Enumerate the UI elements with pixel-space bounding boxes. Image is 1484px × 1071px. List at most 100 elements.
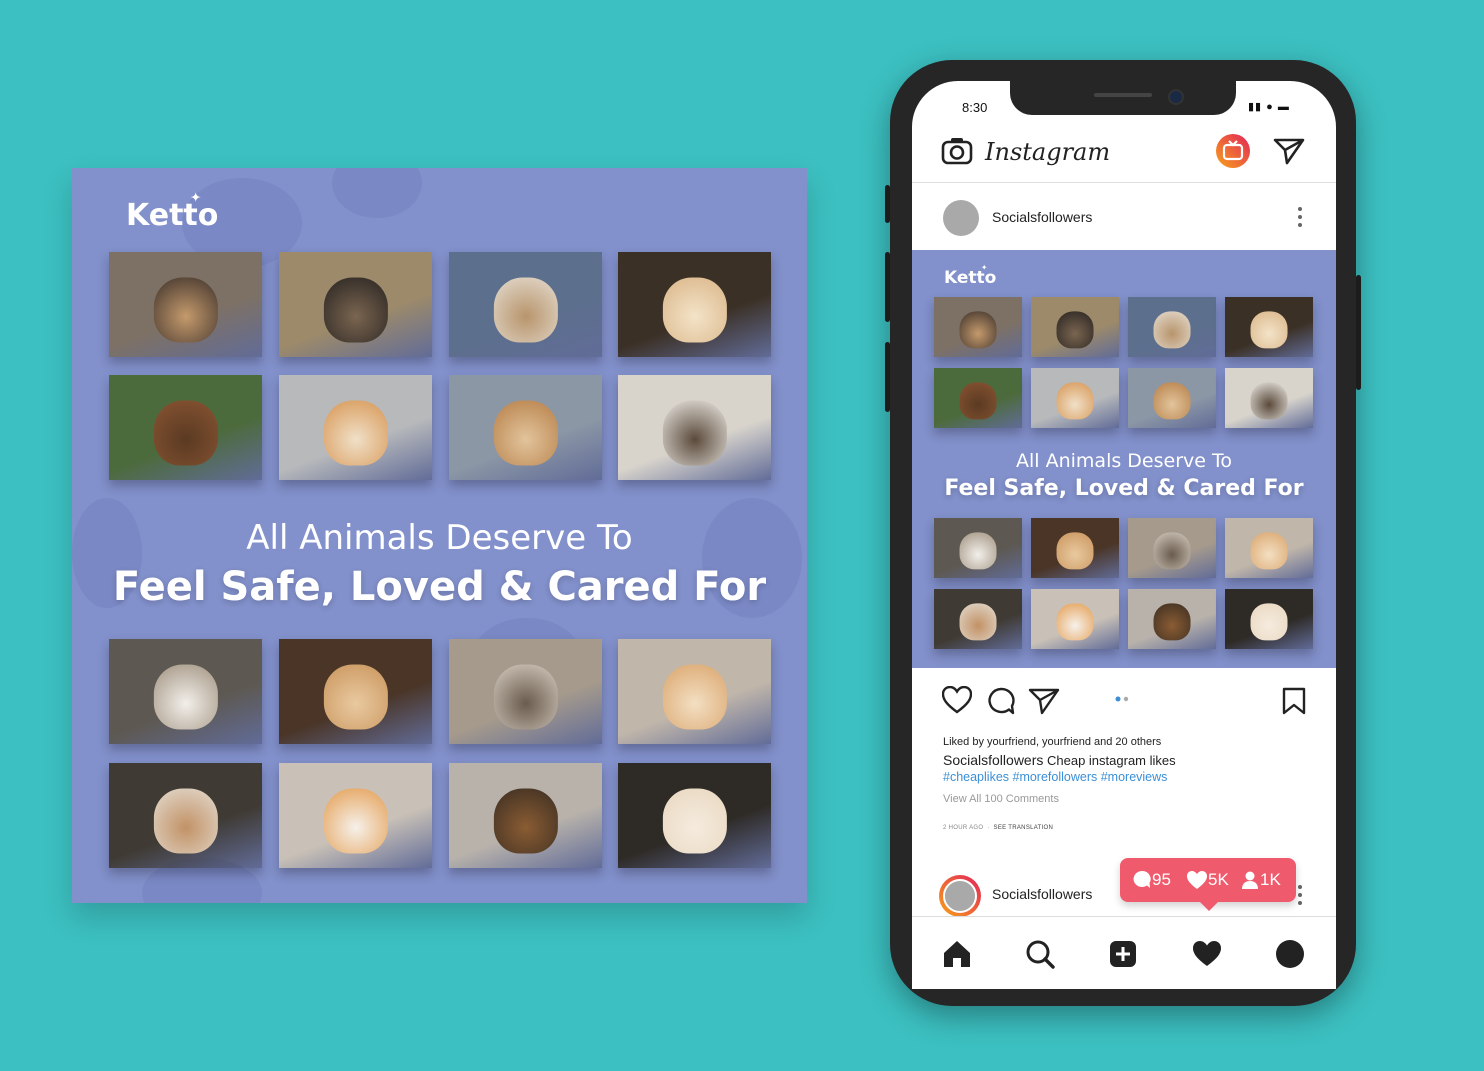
bird-icon: ✦: [981, 263, 988, 272]
animal-photo: [1225, 518, 1313, 578]
animal-photo: [1128, 297, 1216, 357]
status-icons: ▮▮ ● ▬: [1248, 100, 1290, 113]
animal-silhouette: [1250, 311, 1288, 349]
phone-notch: [1010, 81, 1236, 115]
follower-count-value: 1K: [1260, 870, 1281, 889]
animal-silhouette: [1153, 382, 1191, 420]
animal-photo: [618, 639, 771, 744]
animal-silhouette: [153, 788, 218, 854]
status-time: 8:30: [962, 100, 988, 115]
home-icon[interactable]: [942, 939, 972, 974]
activity-heart-icon[interactable]: [1191, 940, 1223, 973]
animal-silhouette: [153, 664, 218, 730]
animal-photo: [1225, 368, 1313, 428]
comment-count: 95: [1132, 870, 1171, 890]
animal-silhouette: [1056, 382, 1094, 420]
follower-count: 1K: [1240, 870, 1281, 890]
animal-photo: [109, 639, 262, 744]
ketto-logo: Ketto ✦: [944, 263, 997, 288]
caption-username[interactable]: Socialsfollowers: [943, 752, 1043, 768]
animal-photo: [279, 252, 432, 357]
instagram-logo: Instagram: [985, 138, 1111, 166]
animal-silhouette: [323, 400, 388, 466]
see-translation-link[interactable]: SEE TRANSLATION: [994, 825, 1054, 831]
animal-photo: [449, 639, 602, 744]
post-username[interactable]: Socialsfollowers: [992, 209, 1092, 225]
animal-photo: [279, 639, 432, 744]
animal-photo: [279, 375, 432, 480]
brand-name: Ketto: [126, 198, 219, 233]
brand-name: Ketto: [944, 268, 997, 288]
liked-by-text[interactable]: Liked by yourfriend, yourfriend and 20 o…: [943, 736, 1161, 748]
animal-silhouette: [323, 664, 388, 730]
post-timestamp: 2 HOUR AGO · SEE TRANSLATION: [943, 825, 1054, 831]
animal-silhouette: [959, 311, 997, 349]
animal-silhouette: [1153, 603, 1191, 641]
more-options-icon[interactable]: [1296, 884, 1304, 911]
animal-photo: [934, 297, 1022, 357]
igtv-icon[interactable]: [1215, 133, 1251, 174]
bird-icon: ✦: [190, 190, 202, 206]
animal-silhouette: [493, 664, 558, 730]
animal-photo: [1031, 589, 1119, 649]
user-icon: [1242, 871, 1258, 889]
like-heart-icon[interactable]: [941, 685, 973, 719]
animal-silhouette: [493, 400, 558, 466]
activity-notification-bubble[interactable]: 95 5K 1K: [1120, 858, 1296, 911]
comment-count-value: 95: [1152, 870, 1171, 889]
animal-silhouette: [323, 788, 388, 854]
direct-message-icon[interactable]: [1273, 137, 1305, 170]
animal-silhouette: [1056, 532, 1094, 570]
animal-photo: [449, 375, 602, 480]
animal-silhouette: [1250, 382, 1288, 420]
comment-icon[interactable]: [986, 687, 1016, 720]
view-comments-link[interactable]: View All 100 Comments: [943, 793, 1059, 805]
animal-photo: [1225, 297, 1313, 357]
search-icon[interactable]: [1025, 939, 1055, 974]
hashtags[interactable]: #cheaplikes #morefollowers #moreviews: [943, 770, 1167, 784]
animal-photo: [618, 252, 771, 357]
ketto-logo: Ketto ✦: [126, 190, 219, 233]
animal-photo: [109, 763, 262, 868]
bookmark-icon[interactable]: [1282, 687, 1306, 720]
animal-silhouette: [959, 382, 997, 420]
animal-photo: [1128, 589, 1216, 649]
animal-photo: [1031, 297, 1119, 357]
animal-photo: [449, 763, 602, 868]
animal-photo: [109, 375, 262, 480]
volume-down-button: [885, 342, 890, 412]
mute-switch: [885, 185, 890, 223]
post-image[interactable]: Ketto ✦ All Animals Deserve To Feel Safe…: [912, 250, 1336, 668]
animal-silhouette: [493, 788, 558, 854]
headline-line1: All Animals Deserve To: [246, 518, 633, 558]
animal-photo: [1225, 589, 1313, 649]
share-icon[interactable]: [1028, 687, 1060, 720]
time-ago: 2 HOUR AGO: [943, 825, 984, 831]
avatar[interactable]: [943, 879, 977, 913]
paw-print-decoration: [332, 168, 422, 218]
animal-photo: [1031, 518, 1119, 578]
animal-photo: [934, 589, 1022, 649]
speaker-grille: [1094, 93, 1152, 97]
animal-silhouette: [1056, 311, 1094, 349]
front-camera: [1168, 89, 1184, 105]
headline-line2: Feel Safe, Loved & Cared For: [112, 564, 767, 610]
caption-text: Cheap instagram likes: [1047, 753, 1176, 768]
more-options-icon[interactable]: [1296, 206, 1304, 233]
animal-silhouette: [662, 664, 727, 730]
avatar[interactable]: [943, 200, 979, 236]
animal-silhouette: [1056, 603, 1094, 641]
animal-silhouette: [153, 400, 218, 466]
animal-silhouette: [1153, 532, 1191, 570]
animal-photo: [279, 763, 432, 868]
animal-photo: [1128, 368, 1216, 428]
animal-silhouette: [662, 788, 727, 854]
animal-silhouette: [959, 603, 997, 641]
next-post-username[interactable]: Socialsfollowers: [992, 886, 1092, 902]
battery-icon: ▬: [1277, 101, 1290, 113]
power-button: [1356, 275, 1361, 390]
new-post-icon[interactable]: [1108, 939, 1138, 974]
profile-icon[interactable]: [1275, 939, 1305, 974]
animal-photo: [109, 252, 262, 357]
camera-icon[interactable]: [941, 137, 973, 170]
